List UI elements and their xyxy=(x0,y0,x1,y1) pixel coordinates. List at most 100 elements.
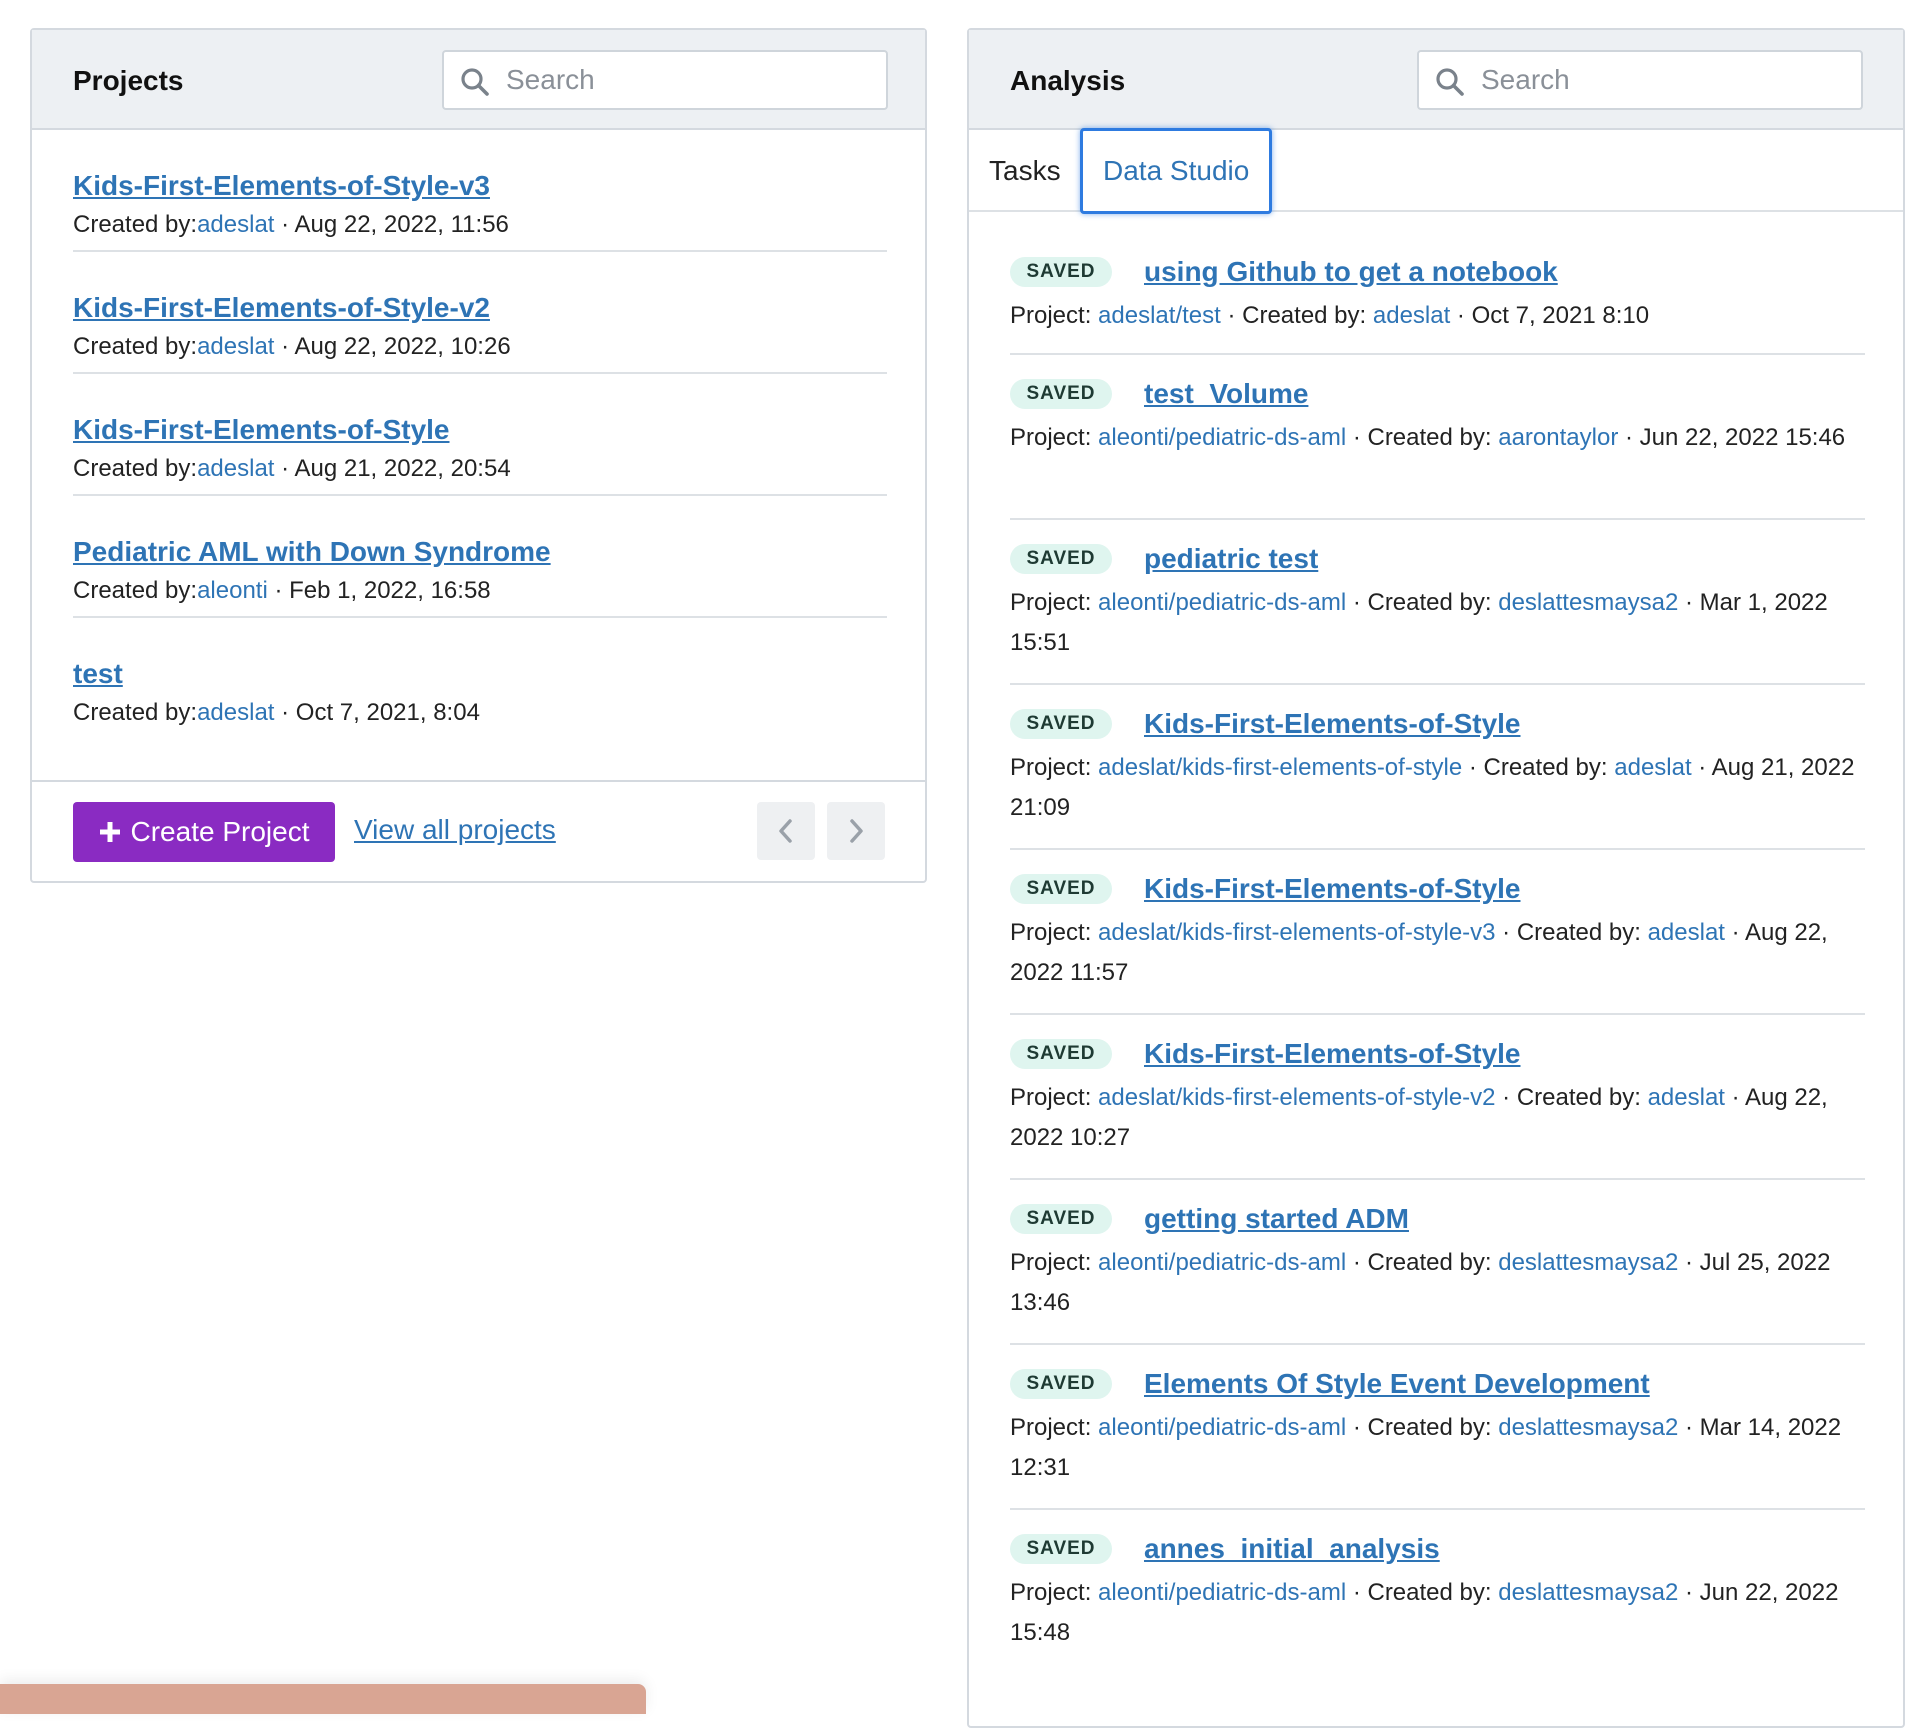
project-item: Kids-First-Elements-of-Style-v3 Created … xyxy=(73,130,887,252)
analysis-meta: Project: aleonti/pediatric-ds-aml · Crea… xyxy=(1010,424,1846,451)
created-by-label: Created by: xyxy=(73,577,198,604)
project-link[interactable]: test xyxy=(73,658,887,690)
chevron-left-icon xyxy=(779,819,792,843)
project-author-link[interactable]: adeslat xyxy=(197,211,274,238)
created-by-label: Created by: xyxy=(73,211,198,238)
tab-tasks[interactable]: Tasks xyxy=(989,130,1061,212)
project-label: Project: xyxy=(1010,424,1092,451)
analysis-item-head: SAVED Kids-First-Elements-of-Style xyxy=(1010,1038,1865,1070)
project-meta: Created by:adeslat · Aug 22, 2022, 11:56 xyxy=(73,211,509,238)
analysis-title-link[interactable]: Kids-First-Elements-of-Style xyxy=(1144,708,1521,740)
analysis-item: SAVED Kids-First-Elements-of-Style Projec… xyxy=(1010,850,1865,1015)
project-meta: Created by:adeslat · Aug 21, 2022, 20:54 xyxy=(73,455,511,482)
status-badge: SAVED xyxy=(1010,1534,1112,1564)
project-meta: Created by:adeslat · Aug 22, 2022, 10:26 xyxy=(73,333,511,360)
status-badge: SAVED xyxy=(1010,1204,1112,1234)
project-author-link[interactable]: adeslat xyxy=(197,699,274,726)
analysis-item: SAVED annes_initial_analysis Project: ale… xyxy=(1010,1510,1865,1700)
projects-search-box[interactable] xyxy=(442,50,888,110)
project-link[interactable]: Kids-First-Elements-of-Style-v2 xyxy=(73,292,887,324)
project-author-link[interactable]: adeslat xyxy=(197,455,274,482)
project-label: Project: xyxy=(1010,302,1092,329)
analysis-author-link[interactable]: adeslat xyxy=(1373,302,1450,329)
analysis-title-link[interactable]: test_Volume xyxy=(1144,378,1308,410)
analysis-search-input[interactable] xyxy=(1479,60,1849,100)
notification-toast xyxy=(0,1684,646,1714)
analysis-author-link[interactable]: aarontaylor xyxy=(1498,424,1618,451)
pager-prev-button[interactable] xyxy=(757,802,815,860)
create-project-button[interactable]: Create Project xyxy=(73,802,335,862)
project-item: test Created by:adeslat · Oct 7, 2021, 8… xyxy=(73,618,887,740)
analysis-panel: Analysis Tasks Data Studio SAVED using Gi… xyxy=(967,28,1905,1728)
analysis-item: SAVED Kids-First-Elements-of-Style Projec… xyxy=(1010,685,1865,850)
analysis-project-link[interactable]: aleonti/pediatric-ds-aml xyxy=(1098,1249,1346,1276)
project-author-link[interactable]: aleonti xyxy=(197,577,268,604)
analysis-title-link[interactable]: using Github to get a notebook xyxy=(1144,256,1558,288)
project-label: Project: xyxy=(1010,754,1092,781)
created-by-label: Created by: xyxy=(1516,919,1641,946)
analysis-item-head: SAVED annes_initial_analysis xyxy=(1010,1533,1865,1565)
project-meta: Created by:aleonti · Feb 1, 2022, 16:58 xyxy=(73,577,491,604)
project-link[interactable]: Kids-First-Elements-of-Style-v3 xyxy=(73,170,887,202)
projects-search-input[interactable] xyxy=(504,60,874,100)
analysis-project-link[interactable]: aleonti/pediatric-ds-aml xyxy=(1098,1579,1346,1606)
analysis-title-link[interactable]: getting started ADM xyxy=(1144,1203,1409,1235)
analysis-author-link[interactable]: adeslat xyxy=(1648,919,1725,946)
analysis-meta: Project: aleonti/pediatric-ds-aml · Crea… xyxy=(1010,1414,1842,1481)
analysis-meta: Project: adeslat/test · Created by: ades… xyxy=(1010,302,1650,329)
status-badge: SAVED xyxy=(1010,1369,1112,1399)
status-badge: SAVED xyxy=(1010,257,1112,287)
analysis-meta: Project: aleonti/pediatric-ds-aml · Crea… xyxy=(1010,1579,1839,1646)
created-by-label: Created by: xyxy=(1483,754,1608,781)
view-all-projects-link[interactable]: View all projects xyxy=(354,814,556,846)
analysis-date: Jun 22, 2022 15:46 xyxy=(1639,424,1846,451)
analysis-item-head: SAVED test_Volume xyxy=(1010,378,1865,410)
created-by-label: Created by: xyxy=(73,333,198,360)
analysis-project-link[interactable]: adeslat/kids-first-elements-of-style xyxy=(1098,754,1462,781)
pager-next-button[interactable] xyxy=(827,802,885,860)
analysis-item: SAVED Elements Of Style Event Development… xyxy=(1010,1345,1865,1510)
status-badge: SAVED xyxy=(1010,379,1112,409)
create-project-label: Create Project xyxy=(130,816,310,847)
analysis-project-link[interactable]: aleonti/pediatric-ds-aml xyxy=(1098,589,1346,616)
analysis-title-link[interactable]: Kids-First-Elements-of-Style xyxy=(1144,1038,1521,1070)
analysis-item: SAVED pediatric test Project: aleonti/ped… xyxy=(1010,520,1865,685)
created-by-label: Created by: xyxy=(73,455,198,482)
status-badge: SAVED xyxy=(1010,709,1112,739)
project-label: Project: xyxy=(1010,1249,1092,1276)
analysis-title-link[interactable]: annes_initial_analysis xyxy=(1144,1533,1440,1565)
analysis-project-link[interactable]: adeslat/test xyxy=(1098,302,1221,329)
analysis-title-link[interactable]: pediatric test xyxy=(1144,543,1318,575)
analysis-author-link[interactable]: deslattesmaysa2 xyxy=(1498,589,1678,616)
created-by-label: Created by: xyxy=(1367,424,1492,451)
analysis-author-link[interactable]: deslattesmaysa2 xyxy=(1498,1579,1678,1606)
project-label: Project: xyxy=(1010,1414,1092,1441)
analysis-project-link[interactable]: adeslat/kids-first-elements-of-style-v2 xyxy=(1098,1084,1495,1111)
project-date: Oct 7, 2021, 8:04 xyxy=(295,699,480,726)
analysis-item-head: SAVED getting started ADM xyxy=(1010,1203,1865,1235)
project-date: Aug 21, 2022, 20:54 xyxy=(294,455,511,482)
analysis-item: SAVED using Github to get a notebook Proj… xyxy=(1010,214,1865,355)
created-by-label: Created by: xyxy=(1516,1084,1641,1111)
project-link[interactable]: Pediatric AML with Down Syndrome xyxy=(73,536,887,568)
project-link[interactable]: Kids-First-Elements-of-Style xyxy=(73,414,887,446)
status-badge: SAVED xyxy=(1010,544,1112,574)
analysis-project-link[interactable]: aleonti/pediatric-ds-aml xyxy=(1098,424,1346,451)
project-item: Pediatric AML with Down Syndrome Created… xyxy=(73,496,887,618)
analysis-item: SAVED Kids-First-Elements-of-Style Projec… xyxy=(1010,1015,1865,1180)
analysis-author-link[interactable]: adeslat xyxy=(1648,1084,1725,1111)
chevron-right-icon xyxy=(850,819,863,843)
tab-data-studio[interactable]: Data Studio xyxy=(1080,128,1273,214)
project-author-link[interactable]: adeslat xyxy=(197,333,274,360)
analysis-title-link[interactable]: Elements Of Style Event Development xyxy=(1144,1368,1650,1400)
analysis-item: SAVED getting started ADM Project: aleont… xyxy=(1010,1180,1865,1345)
analysis-author-link[interactable]: deslattesmaysa2 xyxy=(1498,1249,1678,1276)
project-label: Project: xyxy=(1010,1084,1092,1111)
analysis-author-link[interactable]: deslattesmaysa2 xyxy=(1498,1414,1678,1441)
analysis-project-link[interactable]: adeslat/kids-first-elements-of-style-v3 xyxy=(1098,919,1495,946)
analysis-project-link[interactable]: aleonti/pediatric-ds-aml xyxy=(1098,1414,1346,1441)
project-item: Kids-First-Elements-of-Style Created by:… xyxy=(73,374,887,496)
analysis-author-link[interactable]: adeslat xyxy=(1614,754,1691,781)
analysis-search-box[interactable] xyxy=(1417,50,1863,110)
analysis-title-link[interactable]: Kids-First-Elements-of-Style xyxy=(1144,873,1521,905)
